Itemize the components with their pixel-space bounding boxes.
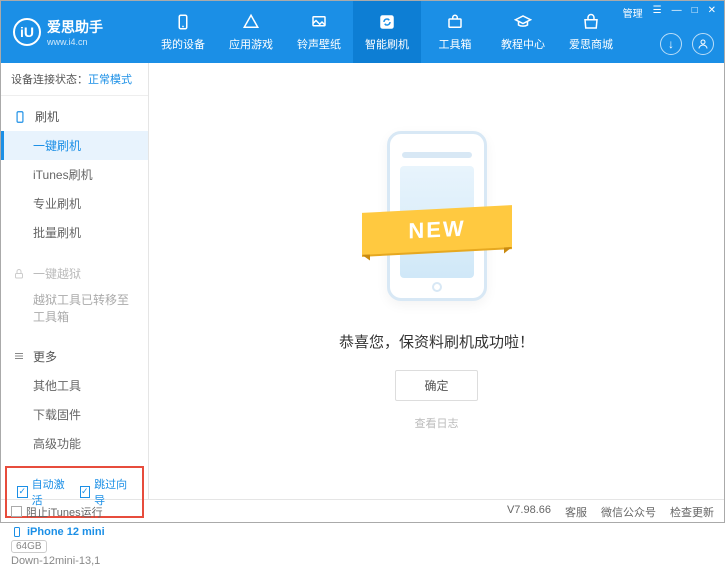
- checkbox-icon: ✓: [17, 486, 28, 498]
- close-button[interactable]: ✕: [706, 5, 718, 20]
- phone-illustration: NEW: [372, 131, 502, 311]
- sidebar-item-batch[interactable]: 批量刷机: [1, 218, 148, 247]
- store-icon: [581, 12, 601, 32]
- minimize-button[interactable]: —: [670, 5, 684, 20]
- sidebar-item-oneclick[interactable]: 一键刷机: [1, 131, 148, 160]
- wallpaper-icon: [309, 12, 329, 32]
- header-right: ↓: [660, 33, 714, 55]
- device-name-label: iPhone 12 mini: [27, 526, 105, 538]
- nav-toolbox[interactable]: 工具箱: [421, 1, 489, 63]
- version-label: V7.98.66: [507, 504, 551, 520]
- main-content: NEW 恭喜您，保资料刷机成功啦！ 确定 查看日志: [149, 63, 724, 499]
- check-update-link[interactable]: 检查更新: [670, 504, 714, 520]
- sidebar-item-itunes[interactable]: iTunes刷机: [1, 160, 148, 189]
- sidebar-item-pro[interactable]: 专业刷机: [1, 189, 148, 218]
- wechat-link[interactable]: 微信公众号: [601, 504, 656, 520]
- list-icon: [13, 350, 25, 362]
- nav-my-device[interactable]: 我的设备: [149, 1, 217, 63]
- manage-button[interactable]: 管理: [621, 5, 645, 20]
- nav-store[interactable]: 爱思商城: [557, 1, 625, 63]
- apps-icon: [241, 12, 261, 32]
- app-logo-icon: iU: [13, 18, 41, 46]
- lock-icon: [13, 268, 25, 280]
- device-sub: Down-12mini-13,1: [11, 555, 138, 567]
- nav-ringtones[interactable]: 铃声壁纸: [285, 1, 353, 63]
- device-block[interactable]: iPhone 12 mini 64GB Down-12mini-13,1: [1, 520, 148, 573]
- phone-icon: [11, 526, 23, 538]
- jailbreak-note: 越狱工具已转移至工具箱: [1, 288, 148, 330]
- sidebar-more-head[interactable]: 更多: [1, 342, 148, 371]
- menu-button[interactable]: ☰: [651, 5, 664, 20]
- download-icon[interactable]: ↓: [660, 33, 682, 55]
- storage-badge: 64GB: [11, 540, 47, 553]
- sidebar-jailbreak-head: 一键越狱: [1, 259, 148, 288]
- toolbox-icon: [445, 12, 465, 32]
- refresh-icon: [377, 12, 397, 32]
- phone-icon: [13, 110, 27, 124]
- app-name: 爱思助手: [47, 19, 103, 35]
- block-itunes-checkbox[interactable]: 阻止iTunes运行: [11, 504, 103, 520]
- app-header: iU 爱思助手 www.i4.cn 我的设备 应用游戏 铃声壁纸 智能刷机 工具…: [1, 1, 724, 63]
- sidebar-item-advanced[interactable]: 高级功能: [1, 429, 148, 458]
- service-link[interactable]: 客服: [565, 504, 587, 520]
- sidebar: 设备连接状态：正常模式 刷机 一键刷机 iTunes刷机 专业刷机 批量刷机 一…: [1, 63, 149, 499]
- device-icon: [173, 12, 193, 32]
- sidebar-item-other[interactable]: 其他工具: [1, 371, 148, 400]
- maximize-button[interactable]: □: [690, 5, 700, 20]
- nav-apps[interactable]: 应用游戏: [217, 1, 285, 63]
- success-message: 恭喜您，保资料刷机成功啦！: [339, 331, 534, 352]
- nav-tutorials[interactable]: 教程中心: [489, 1, 557, 63]
- new-ribbon: NEW: [362, 205, 512, 255]
- connection-status: 设备连接状态：正常模式: [1, 63, 148, 96]
- user-icon[interactable]: [692, 33, 714, 55]
- nav-smart-flash[interactable]: 智能刷机: [353, 1, 421, 63]
- sidebar-flash-head[interactable]: 刷机: [1, 102, 148, 131]
- view-log-link[interactable]: 查看日志: [415, 415, 459, 431]
- top-nav: 我的设备 应用游戏 铃声壁纸 智能刷机 工具箱 教程中心 爱思商城: [149, 1, 625, 63]
- app-url: www.i4.cn: [47, 37, 103, 47]
- checkbox-icon: [11, 506, 22, 517]
- sidebar-item-download[interactable]: 下载固件: [1, 400, 148, 429]
- graduation-icon: [513, 12, 533, 32]
- confirm-button[interactable]: 确定: [395, 370, 477, 401]
- checkbox-icon: ✓: [80, 486, 91, 498]
- window-controls: 管理 ☰ — □ ✕: [621, 5, 718, 20]
- logo-area: iU 爱思助手 www.i4.cn: [1, 17, 149, 47]
